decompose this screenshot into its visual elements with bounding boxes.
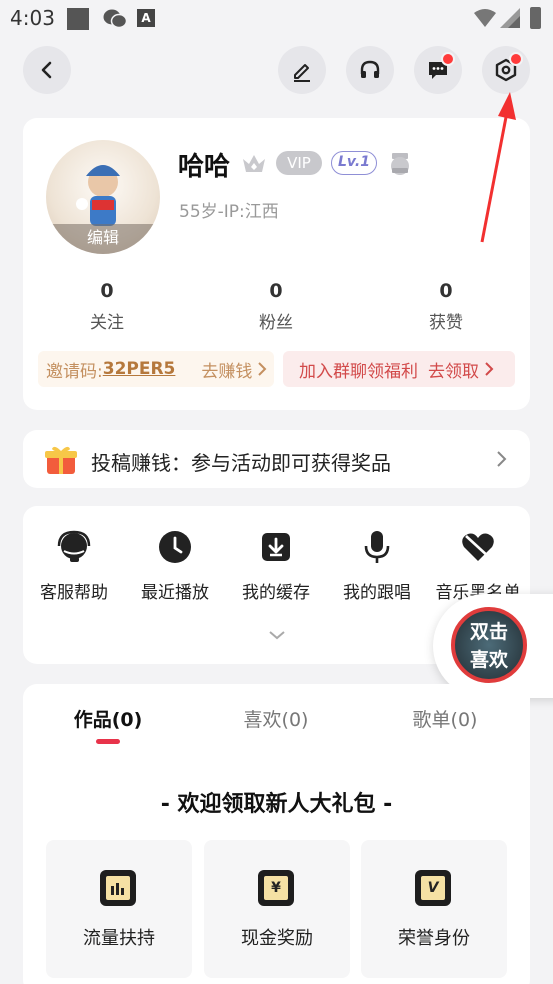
gift-honor-identity[interactable]: V 荣誉身份 [361,840,507,978]
tool-music-blacklist[interactable]: 音乐黑名单 [427,530,529,603]
chevron-right-icon [485,362,494,376]
gift-traffic-support-label: 流量扶持 [83,928,155,949]
join-group-label: 加入群聊领福利 [299,361,418,382]
messages-unread-dot [441,52,455,66]
settings-unread-dot [509,52,523,66]
invite-label: 邀请码: [46,361,103,382]
clock-icon [158,530,192,564]
avatar-edit-label[interactable]: 编辑 [46,224,160,254]
chevron-right-icon [494,450,508,472]
wechat-icon [103,8,128,34]
stat-likes-label: 获赞 [429,313,463,333]
chevron-left-icon [41,61,52,79]
tool-my-cache-label: 我的缓存 [242,583,310,603]
gift-cash-reward-label: 现金奖励 [241,928,313,949]
badge-icon: V [415,870,451,906]
expand-tools-chevron[interactable] [268,626,286,645]
gift-pack-title: - 欢迎领取新人大礼包 - [160,792,393,817]
join-group-action[interactable]: 去领取 [428,357,479,382]
microphone-icon [360,530,394,564]
active-tab-indicator [96,739,120,744]
invite-earn-link[interactable]: 去赚钱 [201,357,252,382]
tool-my-karaoke-label: 我的跟唱 [343,583,411,603]
headphones-icon [360,60,380,78]
download-icon [259,530,293,564]
pencil-icon [294,64,310,82]
gift-honor-identity-label: 荣誉身份 [398,928,470,949]
avatar[interactable]: 编辑 [46,140,160,254]
stat-fans[interactable]: 0 粉丝 [216,280,336,333]
headphone-button[interactable] [346,46,394,94]
tool-recent-play[interactable]: 最近播放 [124,530,226,603]
stat-likes[interactable]: 0 获赞 [386,280,506,333]
join-group-bar[interactable]: 加入群聊领福利 去领取 [283,351,515,387]
stat-fans-label: 粉丝 [259,313,293,333]
a-icon: A [137,9,155,27]
double-tap-like-button[interactable]: 双击 喜欢 [451,607,527,683]
tab-playlists[interactable]: 歌单(0) [385,705,505,732]
contribute-banner-text: 投稿赚钱：参与活动即可获得奖品 [91,451,391,475]
stat-following-label: 关注 [90,313,124,333]
annotation-arrow [474,90,524,254]
headset-agent-icon [57,530,91,564]
crown-icon[interactable] [241,151,267,179]
chart-icon [100,870,136,906]
broken-heart-icon [461,530,495,564]
tool-my-cache[interactable]: 我的缓存 [225,530,327,603]
yen-icon: ¥ [258,870,294,906]
status-time: 4:03 [10,6,55,30]
back-button[interactable] [23,46,71,94]
stat-fans-value: 0 [269,280,283,302]
tool-recent-play-label: 最近播放 [141,583,209,603]
chevron-right-icon [258,362,267,376]
invite-code-bar[interactable]: 邀请码: 32PER5 去赚钱 [38,351,274,387]
wifi-icon [474,8,496,32]
age-location: 55岁-IP:江西 [179,202,279,222]
tool-my-karaoke[interactable]: 我的跟唱 [326,530,428,603]
stat-likes-value: 0 [439,280,453,302]
tab-likes[interactable]: 喜欢(0) [216,705,336,732]
messages-button[interactable] [414,46,462,94]
gift-cash-reward[interactable]: ¥ 现金奖励 [204,840,350,978]
level-badge[interactable]: Lv.1 [331,151,377,175]
battery-icon [530,7,541,29]
username: 哈哈 [178,152,231,182]
tool-customer-service-label: 客服帮助 [40,583,108,603]
tool-customer-service[interactable]: 客服帮助 [23,530,125,603]
signal-icon [500,8,520,32]
gift-traffic-support[interactable]: 流量扶持 [46,840,192,978]
medal-icon[interactable] [387,151,413,181]
double-tap-line2: 喜欢 [469,649,508,671]
double-tap-line1: 双击 [469,621,508,643]
settings-button[interactable] [482,46,530,94]
stat-following-value: 0 [100,280,114,302]
gift-box-icon [44,444,78,480]
chevron-down-icon [269,631,285,640]
notification-square-icon [67,8,89,30]
stat-following[interactable]: 0 关注 [47,280,167,333]
tab-works[interactable]: 作品(0) [48,705,168,732]
vip-badge[interactable]: VIP [276,151,322,175]
edit-button[interactable] [278,46,326,94]
invite-code[interactable]: 32PER5 [103,359,176,379]
